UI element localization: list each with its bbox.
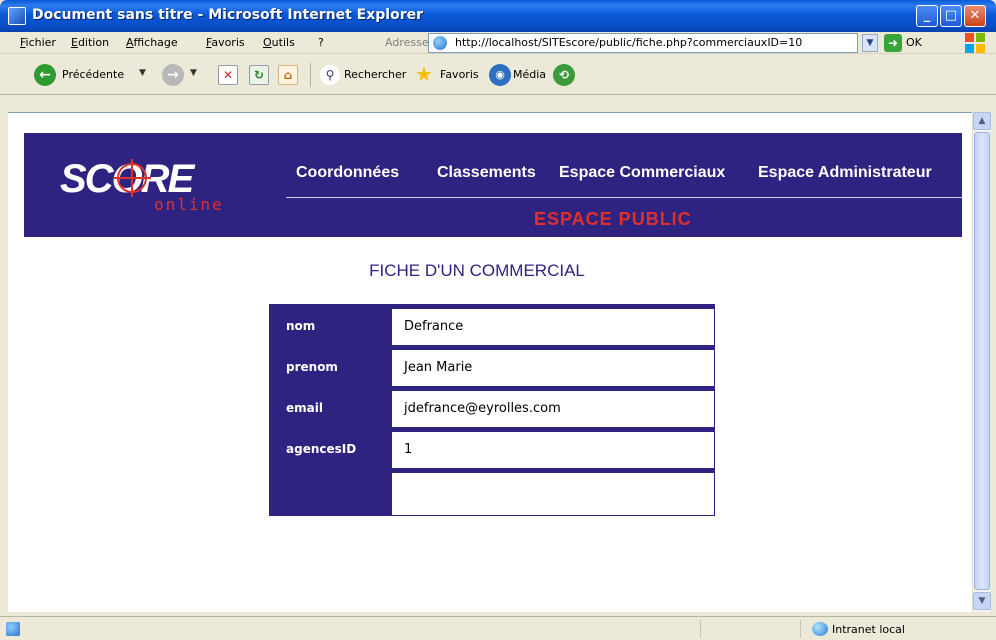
page-title: FICHE D'UN COMMERCIAL bbox=[369, 261, 585, 280]
menu-favoris[interactable]: Favoris bbox=[206, 36, 245, 49]
field-value bbox=[391, 472, 715, 516]
field-value: Jean Marie bbox=[391, 349, 715, 387]
window-title: Document sans titre - Microsoft Internet… bbox=[32, 7, 424, 23]
crosshair-logo-icon bbox=[113, 159, 151, 197]
intranet-zone-icon bbox=[812, 622, 828, 636]
menu-bar: Fichier Edition Affichage Favoris Outils… bbox=[0, 32, 996, 54]
minimize-button[interactable]: _ bbox=[916, 5, 938, 27]
scroll-up-icon[interactable]: ▲ bbox=[973, 112, 991, 130]
refresh-icon[interactable]: ↻ bbox=[249, 65, 269, 85]
field-value: Defrance bbox=[391, 308, 715, 346]
address-label: Adresse bbox=[385, 36, 429, 49]
forward-dropdown-icon[interactable]: ▼ bbox=[190, 68, 197, 78]
status-separator bbox=[800, 620, 801, 638]
page-status-icon bbox=[6, 622, 20, 636]
table-row: email jdefrance@eyrolles.com bbox=[271, 388, 715, 429]
nav-espace-commerciaux[interactable]: Espace Commerciaux bbox=[559, 164, 725, 182]
toolbar-separator bbox=[310, 63, 311, 87]
go-arrow-icon[interactable]: ➜ bbox=[884, 34, 902, 52]
nav-divider bbox=[286, 197, 962, 198]
menu-fichier[interactable]: Fichier bbox=[20, 36, 56, 49]
menu-outils[interactable]: Outils bbox=[263, 36, 295, 49]
address-input[interactable]: http://localhost/SITEscore/public/fiche.… bbox=[428, 33, 858, 53]
security-zone: Intranet local bbox=[832, 623, 905, 636]
back-arrow-icon[interactable]: ← bbox=[34, 64, 56, 86]
field-label: nom bbox=[286, 319, 316, 333]
status-bar: Intranet local bbox=[0, 616, 996, 640]
field-value: jdefrance@eyrolles.com bbox=[391, 390, 715, 428]
media-button[interactable]: Média bbox=[513, 68, 546, 81]
ie-page-icon bbox=[8, 7, 26, 25]
back-button[interactable]: Précédente bbox=[62, 68, 124, 81]
stop-icon[interactable]: ✕ bbox=[218, 65, 238, 85]
search-icon[interactable]: ⚲ bbox=[320, 65, 340, 85]
scroll-down-icon[interactable]: ▼ bbox=[973, 592, 991, 610]
back-dropdown-icon[interactable]: ▼ bbox=[139, 68, 146, 78]
field-value: 1 bbox=[391, 431, 715, 469]
menu-affichage[interactable]: Affichage bbox=[126, 36, 178, 49]
logo-subtext: online bbox=[154, 195, 224, 214]
table-row: nom Defrance bbox=[271, 306, 715, 347]
address-dropdown-icon[interactable]: ▼ bbox=[862, 34, 878, 52]
page-icon bbox=[433, 36, 447, 50]
address-value: http://localhost/SITEscore/public/fiche.… bbox=[455, 36, 803, 49]
favorites-star-icon[interactable]: ★ bbox=[415, 62, 433, 86]
scrollbar-thumb[interactable] bbox=[974, 132, 990, 590]
field-label: email bbox=[286, 401, 323, 415]
field-label: prenom bbox=[286, 360, 338, 374]
nav-espace-administrateur[interactable]: Espace Administrateur bbox=[758, 164, 932, 182]
site-banner: SCORE online Coordonnées Classements Esp… bbox=[24, 133, 962, 237]
status-separator bbox=[700, 620, 701, 638]
nav-classements[interactable]: Classements bbox=[437, 164, 536, 182]
vertical-scrollbar[interactable]: ▲ ▼ bbox=[972, 112, 991, 612]
go-button[interactable]: OK bbox=[906, 36, 922, 49]
nav-coordonnees[interactable]: Coordonnées bbox=[296, 164, 399, 182]
forward-arrow-icon[interactable]: → bbox=[162, 64, 184, 86]
fiche-table: nom Defrance prenom Jean Marie email jde… bbox=[269, 304, 715, 516]
menu-help[interactable]: ? bbox=[318, 36, 324, 49]
search-button[interactable]: Rechercher bbox=[344, 68, 406, 81]
toolbar: ← Précédente ▼ → ▼ ✕ ↻ ⌂ ⚲ Rechercher ★ … bbox=[0, 55, 996, 95]
page-viewport: SCORE online Coordonnées Classements Esp… bbox=[8, 112, 972, 612]
browser-window: Document sans titre - Microsoft Internet… bbox=[0, 0, 996, 640]
menu-edition[interactable]: Edition bbox=[71, 36, 109, 49]
windows-logo-icon bbox=[964, 32, 986, 54]
close-button[interactable]: ✕ bbox=[964, 5, 986, 27]
title-bar: Document sans titre - Microsoft Internet… bbox=[0, 0, 996, 32]
media-globe-icon[interactable]: ◉ bbox=[489, 64, 511, 86]
section-label: ESPACE PUBLIC bbox=[534, 209, 692, 229]
favorites-button[interactable]: Favoris bbox=[440, 68, 479, 81]
field-label: agencesID bbox=[286, 442, 357, 456]
history-icon[interactable]: ⟲ bbox=[553, 64, 575, 86]
table-row: prenom Jean Marie bbox=[271, 347, 715, 388]
maximize-button[interactable]: □ bbox=[940, 5, 962, 27]
table-row: agencesID 1 bbox=[271, 429, 715, 470]
home-icon[interactable]: ⌂ bbox=[278, 65, 298, 85]
table-row bbox=[271, 470, 715, 516]
